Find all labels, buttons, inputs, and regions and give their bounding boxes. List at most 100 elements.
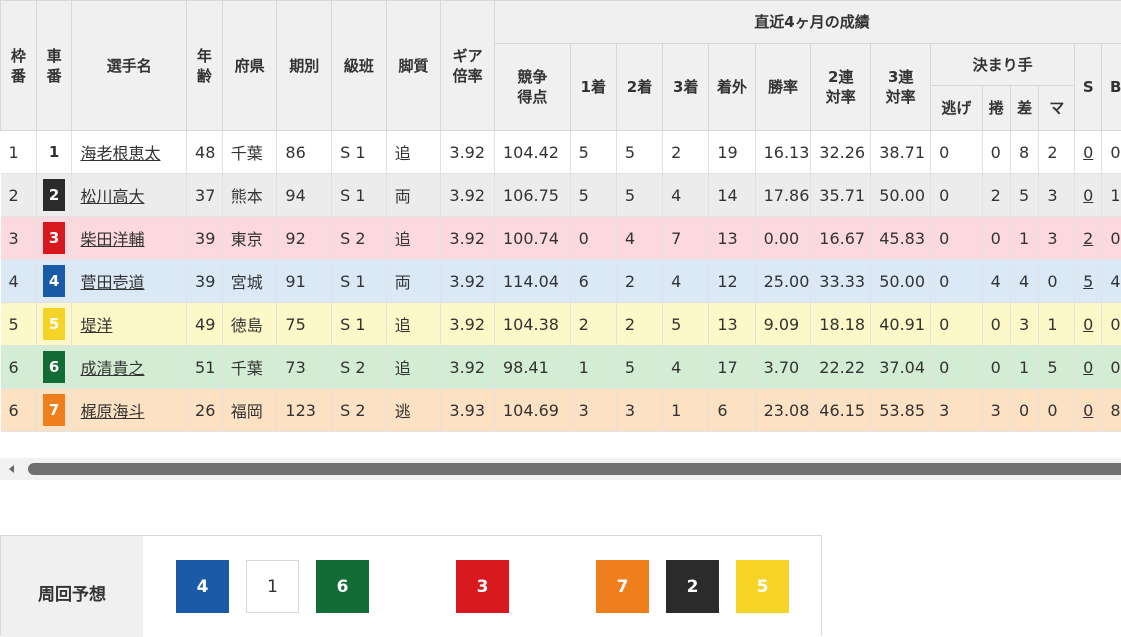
- prediction-car-2: 2: [666, 560, 719, 613]
- header-b: B: [1102, 44, 1121, 131]
- cell-gear: 3.92: [441, 131, 495, 174]
- cell-makuri: 0: [982, 346, 1010, 389]
- scroll-left-arrow-icon[interactable]: [9, 465, 14, 473]
- cell-gear: 3.92: [441, 217, 495, 260]
- cell-s: 0: [1075, 389, 1102, 432]
- cell-gear: 3.93: [441, 389, 495, 432]
- cell-class: S 1: [332, 174, 387, 217]
- cell-sashi: 1: [1010, 217, 1038, 260]
- cell-waku: 2: [1, 174, 37, 217]
- s-count-link[interactable]: 0: [1083, 143, 1093, 162]
- cell-winrate: 3.70: [755, 346, 811, 389]
- cell-age: 39: [187, 260, 223, 303]
- cell-first: 2: [570, 303, 616, 346]
- horizontal-scrollbar[interactable]: [0, 458, 1121, 480]
- cell-pref: 千葉: [222, 346, 277, 389]
- cell-second: 5: [616, 346, 662, 389]
- s-count-link[interactable]: 0: [1083, 186, 1093, 205]
- cell-out: 17: [709, 346, 755, 389]
- cell-mark: 1: [1039, 303, 1075, 346]
- header-name: 選手名: [72, 1, 187, 131]
- cell-winrate: 16.13: [755, 131, 811, 174]
- header-second: 2着: [616, 44, 662, 131]
- cell-s: 0: [1075, 131, 1102, 174]
- s-count-link[interactable]: 2: [1083, 229, 1093, 248]
- cell-sashi: 3: [1010, 303, 1038, 346]
- cell-term: 91: [277, 260, 332, 303]
- cell-term: 73: [277, 346, 332, 389]
- s-count-link[interactable]: 0: [1083, 315, 1093, 334]
- prediction-car-1: 1: [246, 560, 299, 613]
- header-nige: 逃げ: [931, 86, 983, 131]
- cell-name: 堤洋: [72, 303, 187, 346]
- cell-winrate: 17.86: [755, 174, 811, 217]
- s-count-link[interactable]: 0: [1083, 358, 1093, 377]
- s-count-link[interactable]: 5: [1083, 272, 1093, 291]
- table-row: 44菅田壱道39宮城91S 1両3.92114.046241225.0033.3…: [1, 260, 1121, 303]
- cell-ren3: 40.91: [871, 303, 931, 346]
- header-out: 着外: [709, 44, 755, 131]
- cell-sashi: 0: [1010, 389, 1038, 432]
- prediction-car-5: 5: [736, 560, 789, 613]
- cell-waku: 3: [1, 217, 37, 260]
- cell-pref: 東京: [222, 217, 277, 260]
- cell-gear: 3.92: [441, 174, 495, 217]
- racer-name-link[interactable]: 成清貴之: [80, 359, 144, 378]
- cell-first: 0: [570, 217, 616, 260]
- racer-name-link[interactable]: 海老根恵太: [80, 144, 160, 163]
- cell-second: 5: [616, 174, 662, 217]
- prediction-car-7: 7: [596, 560, 649, 613]
- s-count-link[interactable]: 0: [1083, 401, 1093, 420]
- cell-second: 3: [616, 389, 662, 432]
- cell-out: 13: [709, 303, 755, 346]
- cell-winrate: 25.00: [755, 260, 811, 303]
- cell-third: 4: [663, 346, 709, 389]
- cell-name: 柴田洋輔: [72, 217, 187, 260]
- cell-mark: 0: [1039, 389, 1075, 432]
- cell-class: S 2: [332, 217, 387, 260]
- cell-winrate: 0.00: [755, 217, 811, 260]
- cell-style: 追: [386, 346, 441, 389]
- scrollbar-thumb[interactable]: [28, 463, 1121, 475]
- header-mark: マ: [1039, 86, 1075, 131]
- cell-name: 菅田壱道: [72, 260, 187, 303]
- cell-score: 98.41: [494, 346, 570, 389]
- header-winrate: 勝率: [755, 44, 811, 131]
- cell-out: 14: [709, 174, 755, 217]
- cell-makuri: 2: [982, 174, 1010, 217]
- car-number-badge: 5: [43, 308, 65, 340]
- cell-waku: 6: [1, 389, 37, 432]
- cell-ren3: 45.83: [871, 217, 931, 260]
- cell-first: 5: [570, 174, 616, 217]
- cell-third: 5: [663, 303, 709, 346]
- prediction-car-4: 4: [176, 560, 229, 613]
- cell-ren2: 46.15: [811, 389, 871, 432]
- cell-sashi: 1: [1010, 346, 1038, 389]
- table-row: 67梶原海斗26福岡123S 2逃3.93104.69331623.0846.1…: [1, 389, 1121, 432]
- cell-sashi: 4: [1010, 260, 1038, 303]
- racer-name-link[interactable]: 松川高大: [80, 187, 144, 206]
- header-term: 期別: [277, 1, 332, 131]
- racer-name-link[interactable]: 柴田洋輔: [80, 230, 144, 249]
- cell-car: 4: [36, 260, 72, 303]
- racer-name-link[interactable]: 堤洋: [80, 316, 112, 335]
- cell-nige: 0: [931, 131, 983, 174]
- cell-b: 8: [1102, 389, 1121, 432]
- table-row: 66成清貴之51千葉73S 2追3.9298.41154173.7022.223…: [1, 346, 1121, 389]
- cell-s: 2: [1075, 217, 1102, 260]
- cell-nige: 0: [931, 217, 983, 260]
- racer-name-link[interactable]: 梶原海斗: [80, 402, 144, 421]
- cell-ren3: 50.00: [871, 174, 931, 217]
- cell-b: 0: [1102, 303, 1121, 346]
- cell-s: 0: [1075, 303, 1102, 346]
- cell-b: 0: [1102, 346, 1121, 389]
- cell-score: 104.69: [494, 389, 570, 432]
- racer-name-link[interactable]: 菅田壱道: [80, 273, 144, 292]
- cell-first: 5: [570, 131, 616, 174]
- cell-mark: 3: [1039, 217, 1075, 260]
- cell-style: 追: [386, 131, 441, 174]
- cell-s: 0: [1075, 174, 1102, 217]
- cell-class: S 2: [332, 389, 387, 432]
- cell-sashi: 5: [1010, 174, 1038, 217]
- car-number-badge: 6: [43, 351, 65, 383]
